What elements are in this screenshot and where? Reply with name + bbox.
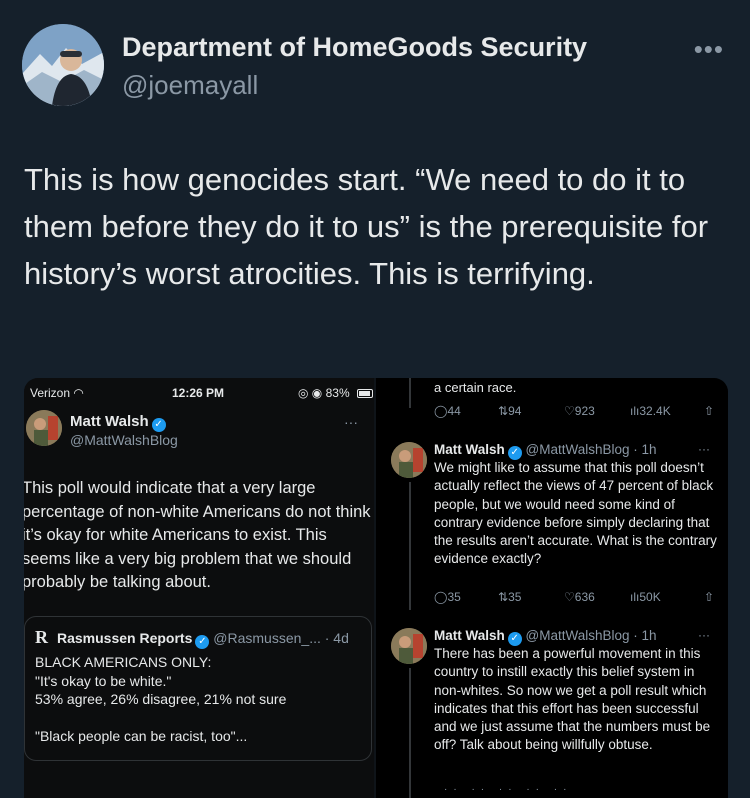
reply-count: ◯ 35 (434, 590, 461, 604)
verified-badge-icon: ✓ (195, 635, 210, 649)
quote-line: "It's okay to be white." (35, 672, 172, 689)
screenshot-tweet-text: This poll would indicate that a very lar… (24, 479, 371, 591)
author-avatar[interactable] (22, 24, 104, 106)
quoted-tweet-card: R Rasmussen Reports ✓ @Rasmussen_... · 4d… (24, 616, 372, 761)
tweet-text: This is how genocides start. “We need to… (24, 162, 709, 291)
thread-line (409, 482, 411, 610)
like-count: ♡ 923 (564, 404, 595, 418)
quoted-card-author: Rasmussen Reports ✓ @Rasmussen_... · 4d (57, 630, 349, 649)
alarm-icon: ◎ ◉ (298, 386, 323, 400)
view-count: ılı 50K (630, 590, 661, 604)
tweet-actions: ◯ 35 ⇅ 35 ♡ 636 ılı 50K ⇧ (434, 590, 720, 606)
thread-line (409, 378, 411, 408)
matt-walsh-avatar (391, 628, 427, 664)
wifi-icon: ◠ (73, 386, 84, 400)
quoted-card-body: BLACK AMERICANS ONLY: "It's okay to be w… (35, 653, 365, 745)
tweet-media-image[interactable]: Verizon ◠ 12:26 PM ◎ ◉ 83% Matt Walsh ✓ @… (24, 378, 728, 798)
author-handle[interactable]: @joemayall (122, 70, 258, 101)
more-icon: ··· (344, 414, 358, 430)
previous-tweet-text: a certain race. (434, 380, 517, 395)
reply-header: Matt Walsh ✓ @MattWalshBlog · 1h (434, 442, 657, 460)
quoted-author-handle: @MattWalshBlog (70, 432, 178, 448)
share-icon: ⇧ (704, 404, 715, 418)
more-icon: ··· (698, 628, 710, 642)
tweet-header: Department of HomeGoods Security @joemay… (22, 24, 732, 106)
phone-status-bar: Verizon ◠ 12:26 PM ◎ ◉ 83% (24, 386, 374, 404)
rasmussen-logo: R (35, 627, 48, 647)
repost-count: ⇅ 94 (498, 404, 522, 418)
tweet-actions: ◯ 44 ⇅ 94 ♡ 923 ılı 32.4K ⇧ (434, 404, 720, 420)
share-icon: ⇧ (704, 590, 715, 604)
reply-header: Matt Walsh ✓ @MattWalshBlog · 1h (434, 628, 657, 646)
author-display-name[interactable]: Department of HomeGoods Security (122, 32, 587, 63)
like-count: ♡ 636 (564, 590, 595, 604)
reply-text: There has been a powerful movement in th… (434, 646, 711, 753)
more-horizontal-icon[interactable]: ••• (694, 34, 724, 65)
more-icon: ··· (698, 442, 710, 456)
carrier-label: Verizon ◠ (30, 386, 84, 400)
verified-badge-icon: ✓ (507, 446, 522, 460)
battery-icon (357, 389, 373, 398)
quote-line: "Black people can be racist, too"... (35, 727, 248, 744)
view-count: ılı 32.4K (630, 404, 671, 418)
thread-line (409, 668, 411, 798)
reply-text: We might like to assume that this poll d… (434, 460, 717, 567)
right-screenshot: a certain race. ◯ 44 ⇅ 94 ♡ 923 ılı 32.4… (376, 378, 728, 798)
quoted-author-name: Matt Walsh ✓ (70, 413, 166, 432)
quote-line: 53% agree, 26% disagree, 21% not sure (35, 691, 287, 707)
repost-count: ⇅ 35 (498, 590, 522, 604)
reply-count: ◯ 44 (434, 404, 461, 418)
matt-walsh-avatar (391, 442, 427, 478)
matt-walsh-avatar (26, 410, 62, 446)
quote-line: BLACK AMERICANS ONLY: (35, 654, 212, 670)
battery-percent: ◎ ◉ 83% (298, 386, 350, 400)
verified-badge-icon: ✓ (507, 632, 522, 646)
verified-badge-icon: ✓ (151, 418, 166, 432)
left-screenshot: Verizon ◠ 12:26 PM ◎ ◉ 83% Matt Walsh ✓ @… (24, 378, 374, 798)
status-time: 12:26 PM (172, 386, 225, 400)
cut-off-actions (434, 784, 714, 798)
